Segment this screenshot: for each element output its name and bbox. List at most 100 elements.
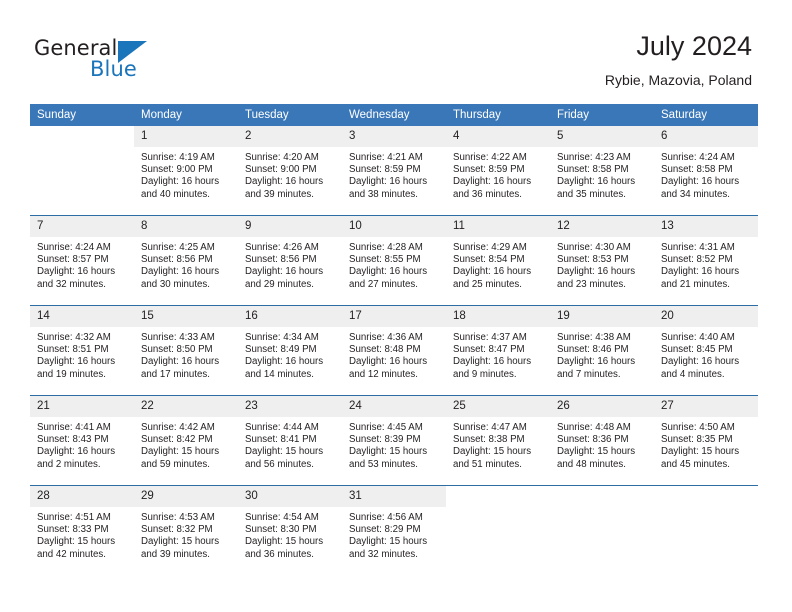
daylight-text: and 36 minutes. (453, 188, 522, 200)
calendar-day-cell[interactable]: 4 Sunrise: 4:22 AM Sunset: 8:59 PM Daylight… (446, 126, 550, 215)
calendar-day-cell[interactable]: 18 Sunrise: 4:37 AM Sunset: 8:47 PM Dayligh… (446, 306, 550, 395)
sunset-text: Sunset: 8:57 PM (37, 254, 109, 266)
sunset-text: Sunset: 8:36 PM (557, 434, 629, 446)
daylight-text: and 23 minutes. (557, 278, 626, 290)
calendar-day-cell[interactable]: 10 Sunrise: 4:28 AM Sunset: 8:55 PM Dayligh… (342, 216, 446, 305)
sunset-text: Sunset: 8:59 PM (349, 164, 421, 176)
sunrise-text: Sunrise: 4:32 AM (37, 332, 111, 343)
calendar-day-cell[interactable]: 6 Sunrise: 4:24 AM Sunset: 8:58 PM Daylight… (654, 126, 758, 215)
sunrise-text: Sunrise: 4:40 AM (661, 332, 735, 343)
day-number (446, 486, 550, 507)
weekday-header-tuesday: Tuesday (238, 104, 342, 126)
sunrise-text: Sunrise: 4:34 AM (245, 332, 319, 343)
calendar-day-cell[interactable]: 1 Sunrise: 4:19 AM Sunset: 9:00 PM Daylight… (134, 126, 238, 215)
calendar-day-cell[interactable]: 3 Sunrise: 4:21 AM Sunset: 8:59 PM Daylight… (342, 126, 446, 215)
daylight-text: and 14 minutes. (245, 368, 314, 380)
calendar-day-cell[interactable]: 13 Sunrise: 4:31 AM Sunset: 8:52 PM Dayligh… (654, 216, 758, 305)
day-number: 13 (654, 216, 758, 237)
calendar-day-cell[interactable]: 22 Sunrise: 4:42 AM Sunset: 8:42 PM Dayligh… (134, 396, 238, 485)
daylight-text: Daylight: 15 hours (453, 446, 532, 458)
calendar-day-cell[interactable]: 24 Sunrise: 4:45 AM Sunset: 8:39 PM Dayligh… (342, 396, 446, 485)
sunset-text: Sunset: 8:47 PM (453, 344, 525, 356)
sunrise-text: Sunrise: 4:48 AM (557, 422, 631, 433)
daylight-text: and 19 minutes. (37, 368, 106, 380)
daylight-text: and 27 minutes. (349, 278, 418, 290)
sunset-text: Sunset: 8:42 PM (141, 434, 213, 446)
sunrise-text: Sunrise: 4:25 AM (141, 242, 215, 253)
day-number: 20 (654, 306, 758, 327)
sunrise-text: Sunrise: 4:36 AM (349, 332, 423, 343)
sunset-text: Sunset: 8:58 PM (557, 164, 629, 176)
sunrise-text: Sunrise: 4:38 AM (557, 332, 631, 343)
day-sun-details: Sunrise: 4:40 AM Sunset: 8:45 PM Daylight:… (654, 327, 758, 381)
sunrise-text: Sunrise: 4:20 AM (245, 152, 319, 163)
day-sun-details: Sunrise: 4:20 AM Sunset: 9:00 PM Daylight:… (238, 147, 342, 201)
sunrise-text: Sunrise: 4:33 AM (141, 332, 215, 343)
calendar-day-cell[interactable]: 8 Sunrise: 4:25 AM Sunset: 8:56 PM Daylight… (134, 216, 238, 305)
daylight-text: Daylight: 15 hours (661, 446, 740, 458)
calendar-day-cell[interactable]: 23 Sunrise: 4:44 AM Sunset: 8:41 PM Dayligh… (238, 396, 342, 485)
daylight-text: and 42 minutes. (37, 548, 106, 560)
daylight-text: Daylight: 16 hours (557, 176, 636, 188)
day-sun-details: Sunrise: 4:41 AM Sunset: 8:43 PM Daylight:… (30, 417, 134, 471)
sunrise-text: Sunrise: 4:21 AM (349, 152, 423, 163)
day-number: 2 (238, 126, 342, 147)
calendar-day-cell[interactable]: 7 Sunrise: 4:24 AM Sunset: 8:57 PM Daylight… (30, 216, 134, 305)
day-number (550, 486, 654, 507)
day-number: 16 (238, 306, 342, 327)
day-number: 14 (30, 306, 134, 327)
sunrise-text: Sunrise: 4:22 AM (453, 152, 527, 163)
daylight-text: and 39 minutes. (245, 188, 314, 200)
calendar-day-cell[interactable]: 30 Sunrise: 4:54 AM Sunset: 8:30 PM Dayligh… (238, 486, 342, 572)
logo-text-blue: Blue (90, 57, 137, 81)
sunset-text: Sunset: 8:33 PM (37, 524, 109, 536)
calendar-day-cell-empty (654, 486, 758, 572)
calendar-day-cell[interactable]: 2 Sunrise: 4:20 AM Sunset: 9:00 PM Daylight… (238, 126, 342, 215)
calendar-body: 1 Sunrise: 4:19 AM Sunset: 9:00 PM Daylight… (30, 126, 758, 572)
calendar-day-cell[interactable]: 15 Sunrise: 4:33 AM Sunset: 8:50 PM Dayligh… (134, 306, 238, 395)
day-number: 25 (446, 396, 550, 417)
sunrise-text: Sunrise: 4:31 AM (661, 242, 735, 253)
sunset-text: Sunset: 8:52 PM (661, 254, 733, 266)
day-number: 8 (134, 216, 238, 237)
daylight-text: and 30 minutes. (141, 278, 210, 290)
sunset-text: Sunset: 9:00 PM (245, 164, 317, 176)
day-sun-details: Sunrise: 4:32 AM Sunset: 8:51 PM Daylight:… (30, 327, 134, 381)
day-number: 3 (342, 126, 446, 147)
day-number: 31 (342, 486, 446, 507)
calendar-day-cell[interactable]: 31 Sunrise: 4:56 AM Sunset: 8:29 PM Dayligh… (342, 486, 446, 572)
sunrise-text: Sunrise: 4:24 AM (37, 242, 111, 253)
day-sun-details: Sunrise: 4:25 AM Sunset: 8:56 PM Daylight:… (134, 237, 238, 291)
sunset-text: Sunset: 8:49 PM (245, 344, 317, 356)
calendar-week-row: 7 Sunrise: 4:24 AM Sunset: 8:57 PM Daylight… (30, 215, 758, 306)
day-sun-details: Sunrise: 4:30 AM Sunset: 8:53 PM Daylight:… (550, 237, 654, 291)
daylight-text: and 21 minutes. (661, 278, 730, 290)
calendar-day-cell[interactable]: 17 Sunrise: 4:36 AM Sunset: 8:48 PM Dayligh… (342, 306, 446, 395)
calendar-day-cell[interactable]: 29 Sunrise: 4:53 AM Sunset: 8:32 PM Dayligh… (134, 486, 238, 572)
calendar-day-cell[interactable]: 12 Sunrise: 4:30 AM Sunset: 8:53 PM Dayligh… (550, 216, 654, 305)
daylight-text: Daylight: 16 hours (245, 266, 324, 278)
daylight-text: Daylight: 15 hours (557, 446, 636, 458)
day-sun-details: Sunrise: 4:24 AM Sunset: 8:57 PM Daylight:… (30, 237, 134, 291)
sunrise-text: Sunrise: 4:53 AM (141, 512, 215, 523)
daylight-text: Daylight: 16 hours (349, 356, 428, 368)
daylight-text: and 39 minutes. (141, 548, 210, 560)
calendar-day-cell[interactable]: 16 Sunrise: 4:34 AM Sunset: 8:49 PM Dayligh… (238, 306, 342, 395)
calendar-day-cell[interactable]: 5 Sunrise: 4:23 AM Sunset: 8:58 PM Daylight… (550, 126, 654, 215)
day-sun-details: Sunrise: 4:31 AM Sunset: 8:52 PM Daylight:… (654, 237, 758, 291)
calendar-day-cell[interactable]: 14 Sunrise: 4:32 AM Sunset: 8:51 PM Dayligh… (30, 306, 134, 395)
calendar-day-cell[interactable]: 11 Sunrise: 4:29 AM Sunset: 8:54 PM Dayligh… (446, 216, 550, 305)
daylight-text: and 56 minutes. (245, 458, 314, 470)
calendar-day-cell[interactable]: 9 Sunrise: 4:26 AM Sunset: 8:56 PM Daylight… (238, 216, 342, 305)
day-number: 4 (446, 126, 550, 147)
calendar-day-cell[interactable]: 19 Sunrise: 4:38 AM Sunset: 8:46 PM Dayligh… (550, 306, 654, 395)
daylight-text: Daylight: 16 hours (37, 356, 116, 368)
calendar-day-cell[interactable]: 20 Sunrise: 4:40 AM Sunset: 8:45 PM Dayligh… (654, 306, 758, 395)
calendar-day-cell[interactable]: 21 Sunrise: 4:41 AM Sunset: 8:43 PM Dayligh… (30, 396, 134, 485)
calendar-day-cell[interactable]: 26 Sunrise: 4:48 AM Sunset: 8:36 PM Dayligh… (550, 396, 654, 485)
calendar-day-cell[interactable]: 27 Sunrise: 4:50 AM Sunset: 8:35 PM Dayligh… (654, 396, 758, 485)
day-number: 23 (238, 396, 342, 417)
daylight-text: Daylight: 16 hours (141, 356, 220, 368)
calendar-day-cell[interactable]: 25 Sunrise: 4:47 AM Sunset: 8:38 PM Dayligh… (446, 396, 550, 485)
calendar-day-cell[interactable]: 28 Sunrise: 4:51 AM Sunset: 8:33 PM Dayligh… (30, 486, 134, 572)
